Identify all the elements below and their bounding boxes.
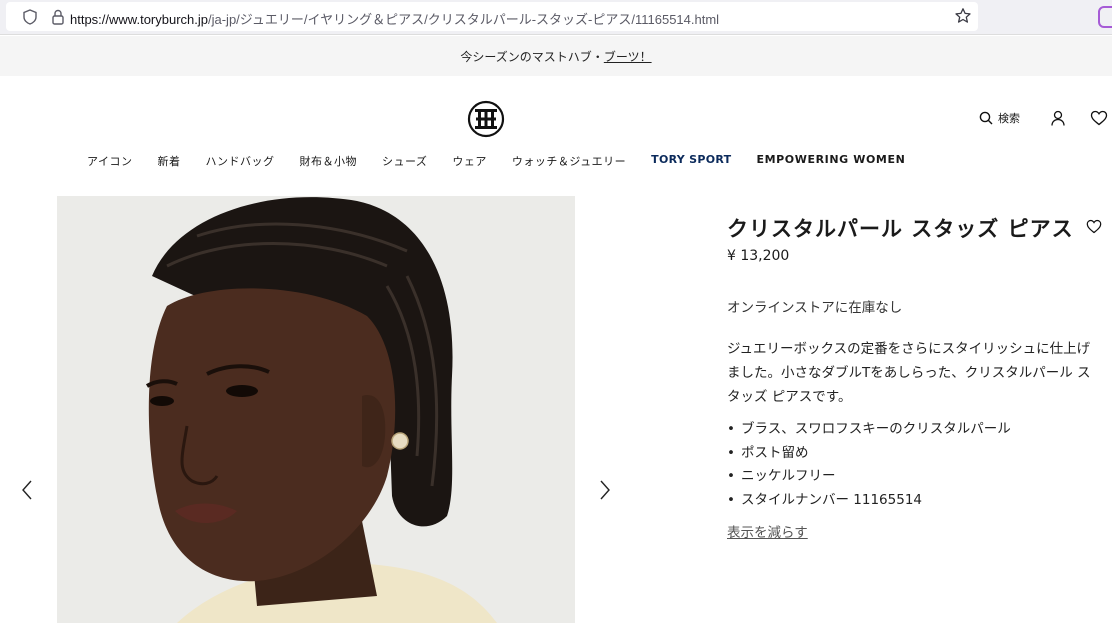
search-button[interactable]: 検索 — [979, 110, 1020, 126]
detail-item: ブラス、スワロフスキーのクリスタルパール — [727, 418, 1011, 442]
heart-icon[interactable] — [1090, 110, 1108, 126]
chevron-left-icon[interactable] — [18, 478, 36, 502]
chevron-right-icon[interactable] — [596, 478, 614, 502]
nav-item-empowering-women[interactable]: EMPOWERING WOMEN — [756, 153, 905, 169]
wishlist-heart-icon[interactable] — [1086, 219, 1102, 234]
nav-item-shoes[interactable]: シューズ — [382, 153, 427, 169]
product-details-list: ブラス、スワロフスキーのクリスタルパール ポスト留め ニッケルフリー スタイルナ… — [727, 418, 1011, 512]
account-icon[interactable] — [1050, 110, 1066, 126]
product-price: ¥ 13,200 — [727, 248, 790, 264]
nav-item-wallets[interactable]: 財布＆小物 — [299, 153, 357, 169]
model-photo — [57, 196, 575, 623]
nav-item-handbags[interactable]: ハンドバッグ — [205, 153, 274, 169]
url-path: /ja-jp/ジュエリー/イヤリング＆ピアス/クリスタルパール-スタッズ-ピアス… — [208, 12, 720, 27]
nav-item-new[interactable]: 新着 — [157, 153, 180, 169]
bookmark-star-icon[interactable] — [954, 7, 972, 25]
main-nav: アイコン 新着 ハンドバッグ 財布＆小物 シューズ ウェア ウォッチ＆ジュエリー… — [87, 153, 930, 169]
nav-item-icons[interactable]: アイコン — [87, 153, 132, 169]
stock-status: オンラインストアに在庫なし — [727, 300, 903, 316]
product-title: クリスタルパール スタッズ ピアス — [727, 217, 1074, 241]
detail-item: スタイルナンバー 11165514 — [727, 489, 1011, 513]
shield-icon[interactable] — [22, 9, 38, 25]
promo-link[interactable]: ブーツ！ — [604, 48, 652, 65]
product-image[interactable] — [57, 196, 575, 623]
nav-item-tory-sport[interactable]: TORY SPORT — [651, 153, 731, 169]
address-bar[interactable]: https://www.toryburch.jp/ja-jp/ジュエリー/イヤリ… — [6, 2, 978, 31]
nav-item-watch-jewelry[interactable]: ウォッチ＆ジュエリー — [512, 153, 626, 169]
url-host: https://www.toryburch.jp — [70, 12, 208, 27]
logo-icon[interactable] — [467, 100, 505, 138]
search-label: 検索 — [998, 112, 1020, 125]
lock-icon[interactable] — [50, 8, 66, 26]
promo-text: 今シーズンのマストハブ・ — [460, 49, 604, 64]
nav-item-wear[interactable]: ウェア — [452, 153, 487, 169]
url-text[interactable]: https://www.toryburch.jp/ja-jp/ジュエリー/イヤリ… — [70, 9, 719, 28]
product-description: ジュエリーボックスの定番をさらにスタイリッシュに仕上げました。小さなダブルTをあ… — [727, 341, 1091, 405]
detail-item: ポスト留め — [727, 442, 1011, 466]
extension-icon[interactable] — [1098, 6, 1112, 28]
browser-toolbar: https://www.toryburch.jp/ja-jp/ジュエリー/イヤリ… — [0, 0, 1112, 35]
detail-item: ニッケルフリー — [727, 465, 1011, 489]
search-icon — [979, 111, 993, 125]
promo-banner: 今シーズンのマストハブ・ ブーツ！ — [0, 36, 1112, 76]
show-less-link[interactable]: 表示を減らす — [727, 521, 808, 541]
